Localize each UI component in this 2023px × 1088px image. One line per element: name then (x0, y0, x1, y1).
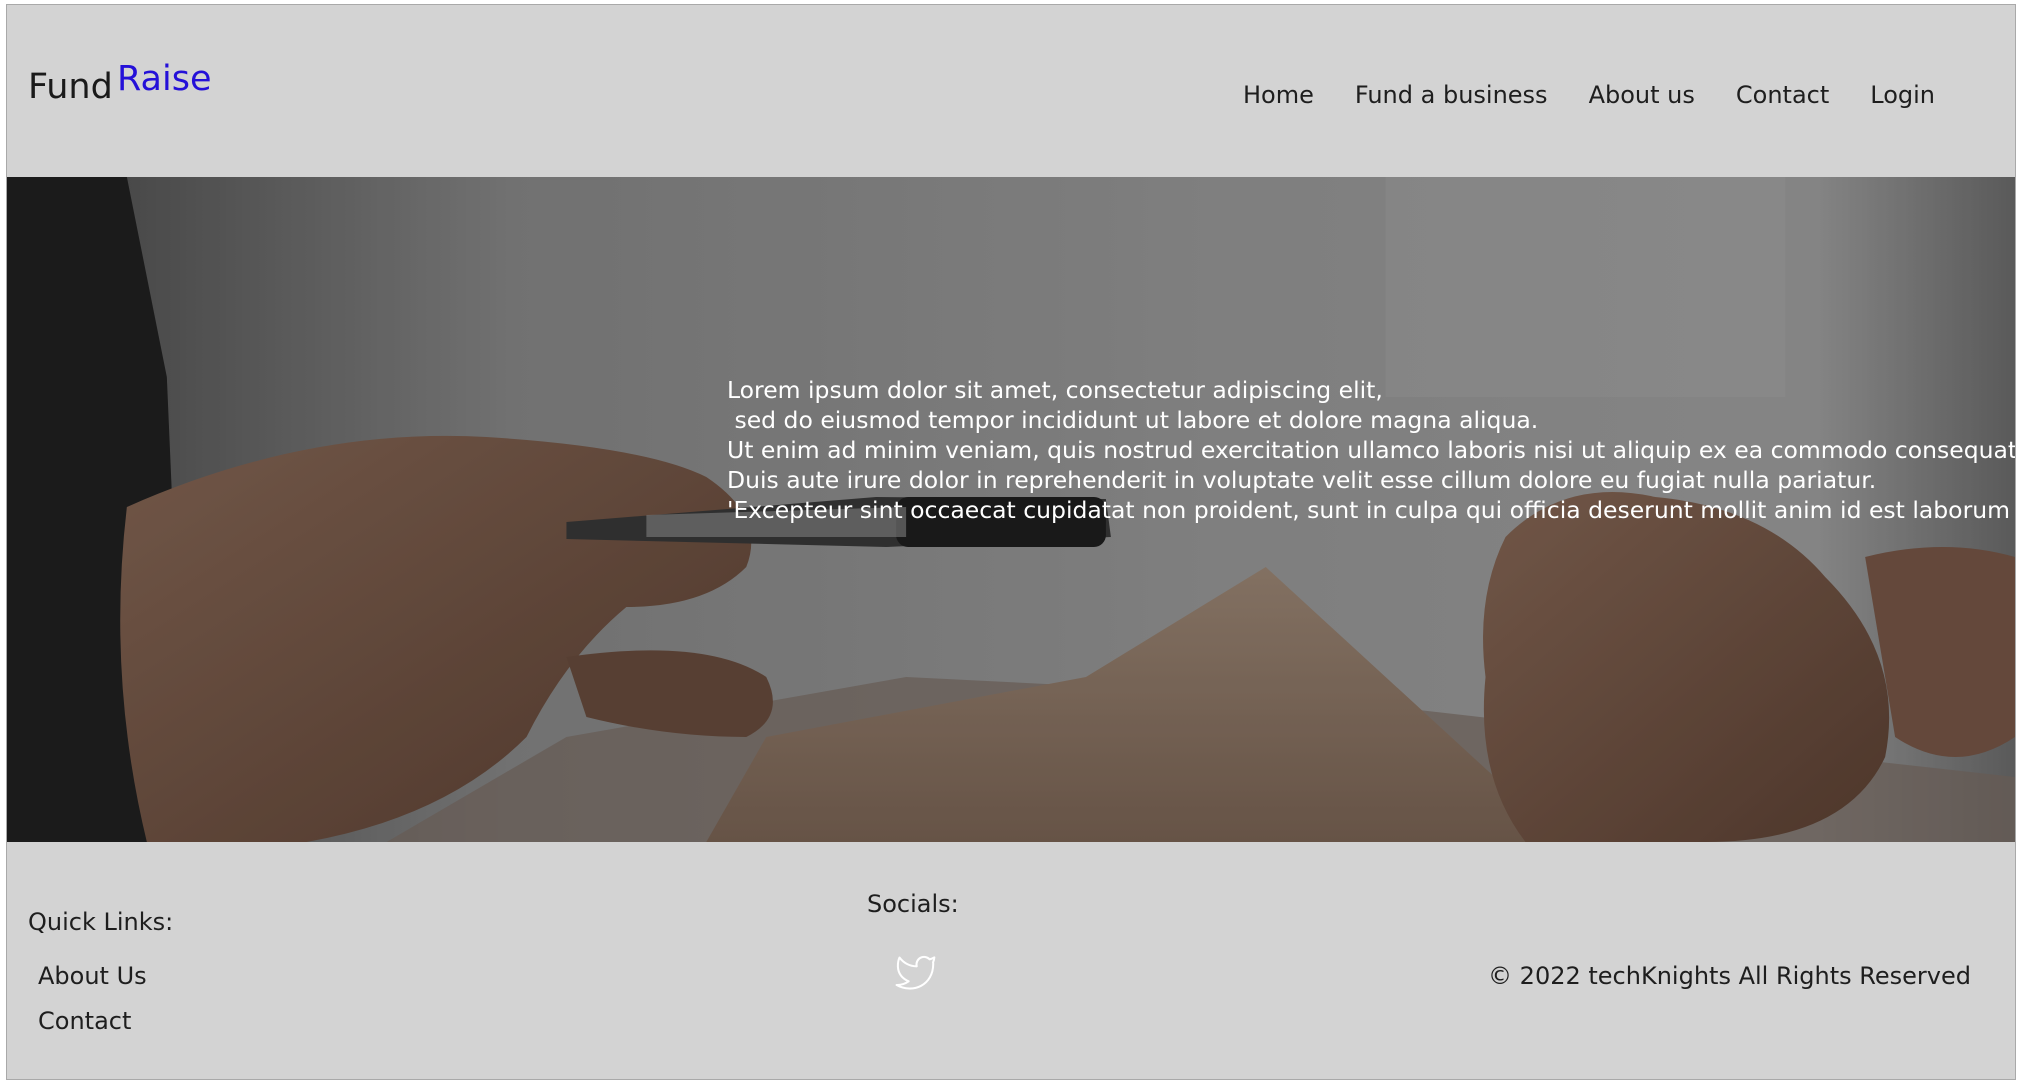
footer-link-about-us[interactable]: About Us (38, 954, 147, 999)
nav-login[interactable]: Login (1870, 81, 1935, 109)
page-frame: Fund Raise Home Fund a business About us… (6, 4, 2016, 1080)
quick-links-list: About Us Contact (38, 954, 147, 1044)
logo-text-raise: Raise (117, 59, 212, 99)
twitter-icon-graphic (895, 955, 936, 990)
nav-fund-a-business[interactable]: Fund a business (1355, 81, 1548, 109)
footer-link-contact[interactable]: Contact (38, 999, 147, 1044)
nav-home[interactable]: Home (1243, 81, 1314, 109)
site-header: Fund Raise Home Fund a business About us… (7, 5, 2015, 177)
socials-title: Socials: (867, 890, 959, 918)
main-nav: Home Fund a business About us Contact Lo… (1243, 81, 1935, 109)
site-footer: Quick Links: About Us Contact Socials: ©… (7, 842, 2015, 1079)
hero-banner: Lorem ipsum dolor sit amet, consectetur … (7, 177, 2015, 842)
hero-description: Lorem ipsum dolor sit amet, consectetur … (727, 376, 2015, 524)
quick-links-title: Quick Links: (28, 908, 174, 936)
twitter-icon[interactable] (890, 950, 942, 994)
logo-text-fund: Fund (28, 67, 113, 107)
copyright-text: © 2022 techKnights All Rights Reserved (1488, 962, 1971, 990)
nav-contact[interactable]: Contact (1736, 81, 1829, 109)
nav-about-us[interactable]: About us (1589, 81, 1695, 109)
